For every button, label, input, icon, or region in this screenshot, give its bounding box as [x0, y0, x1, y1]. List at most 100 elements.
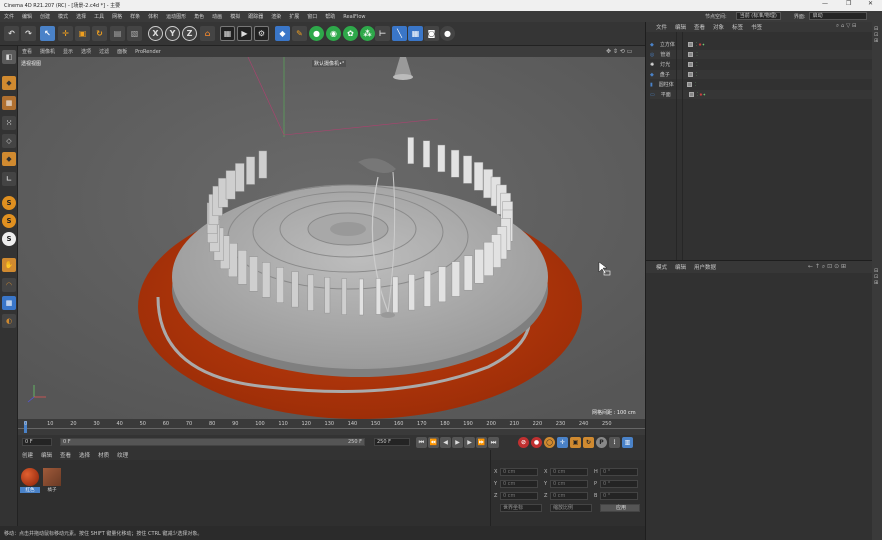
mat-menu-material[interactable]: 材质: [94, 451, 113, 459]
model-mode-icon[interactable]: ◆: [2, 76, 16, 90]
menu-select[interactable]: 选择: [72, 13, 90, 20]
workplane-icon[interactable]: S: [2, 232, 16, 246]
menu-realflow[interactable]: RealFlow: [339, 14, 369, 20]
rotate-tool-icon[interactable]: ↻: [92, 26, 107, 41]
rot-b-field[interactable]: 0 °: [600, 492, 638, 500]
deformer-icon[interactable]: ✿: [343, 26, 358, 41]
scale-tool-icon[interactable]: ▣: [75, 26, 90, 41]
object-row[interactable]: ◆ 立方体 ⁚ ✸✦: [650, 40, 872, 49]
texture-mode-icon[interactable]: ▦: [2, 96, 16, 110]
mat-menu-view[interactable]: 查看: [56, 451, 75, 459]
vp-menu-prorender[interactable]: ProRender: [131, 49, 165, 55]
cloner-icon[interactable]: ◉: [326, 26, 341, 41]
mat-menu-edit[interactable]: 编辑: [37, 451, 56, 459]
play-icon[interactable]: ▶: [452, 437, 463, 448]
visibility-toggle[interactable]: [687, 72, 693, 77]
tag-icons[interactable]: ⁚: [696, 52, 697, 57]
record-icon[interactable]: ⊘: [518, 437, 529, 448]
scene-object-icon[interactable]: ╲: [392, 26, 407, 41]
visibility-toggle[interactable]: [687, 42, 693, 47]
camera-icon[interactable]: ◙: [424, 26, 439, 41]
menu-spline[interactable]: 样条: [126, 13, 144, 20]
misc-tool-icon[interactable]: ◐: [2, 314, 16, 328]
rot-h-field[interactable]: 0 °: [600, 468, 638, 476]
apply-button[interactable]: 应用: [600, 504, 640, 512]
om-menu-bookmarks[interactable]: 书签: [747, 23, 766, 31]
menu-mograph[interactable]: 运动图形: [162, 13, 190, 20]
polygons-mode-icon[interactable]: ◆: [2, 152, 16, 166]
render-view-icon[interactable]: ▦: [220, 26, 235, 41]
vp-menu-panel[interactable]: 面板: [113, 48, 131, 55]
visibility-toggle[interactable]: [688, 92, 694, 97]
key-pla-icon[interactable]: ⋮: [609, 437, 620, 448]
snap-settings-icon[interactable]: S: [2, 214, 16, 228]
am-menu-edit[interactable]: 编辑: [671, 263, 690, 271]
layout-select[interactable]: 启动: [808, 12, 867, 20]
edges-mode-icon[interactable]: ◇: [2, 134, 16, 148]
vp-menu-display[interactable]: 显示: [59, 48, 77, 55]
current-frame-field[interactable]: 0 F: [22, 438, 52, 446]
pos-y-field[interactable]: 0 cm: [500, 480, 538, 488]
enable-axis-icon[interactable]: ∟: [2, 172, 16, 186]
light-icon[interactable]: ●: [440, 26, 455, 41]
field-icon[interactable]: ⁂: [360, 26, 375, 41]
visibility-toggle[interactable]: [688, 62, 694, 67]
undo-icon[interactable]: ↶: [4, 26, 19, 41]
tag-icons[interactable]: ⁚ ✸✦: [697, 92, 706, 97]
menu-mesh[interactable]: 网格: [108, 13, 126, 20]
mat-menu-create[interactable]: 创建: [18, 451, 37, 459]
side-tab-icons[interactable]: ⊟ ⊡ ⊞: [874, 26, 878, 44]
node-space-select[interactable]: 当前 (标准/物理): [735, 12, 781, 20]
menu-tools[interactable]: 工具: [90, 13, 108, 20]
menu-tracker[interactable]: 跟踪器: [244, 13, 267, 20]
vp-menu-options[interactable]: 选项: [77, 48, 95, 55]
camera-label[interactable]: 默认摄像机•°: [312, 60, 347, 67]
points-mode-icon[interactable]: ⁙: [2, 116, 16, 130]
subdivision-icon[interactable]: ●: [309, 26, 324, 41]
am-nav-icons[interactable]: ← ↑ ⌕ ⊡ ⊙ ⊞: [808, 263, 846, 271]
om-menu-file[interactable]: 文件: [650, 23, 671, 31]
minimize-button[interactable]: —: [822, 0, 828, 7]
om-menu-tags[interactable]: 标签: [728, 23, 747, 31]
goto-end-icon[interactable]: ⏭: [488, 437, 499, 448]
object-row[interactable]: ▭ 平面 ⁚ ✸✦: [650, 90, 872, 99]
am-menu-mode[interactable]: 模式: [650, 263, 671, 271]
menu-edit[interactable]: 编辑: [18, 13, 36, 20]
timeline-window-icon[interactable]: ▥: [622, 437, 633, 448]
key-param-icon[interactable]: P: [596, 437, 607, 448]
pen-spline-icon[interactable]: ✎: [292, 26, 307, 41]
brush-icon[interactable]: ✋: [2, 258, 16, 272]
end-frame-field[interactable]: 250 F: [374, 438, 410, 446]
menu-window[interactable]: 窗口: [303, 13, 321, 20]
size-z-field[interactable]: 0 cm: [550, 492, 588, 500]
sculpt-icon[interactable]: ◠: [2, 278, 16, 292]
menu-help[interactable]: 帮助: [321, 13, 339, 20]
tag-icons[interactable]: ⁚ ✸✦: [696, 42, 705, 47]
prev-frame-icon[interactable]: ◀: [440, 437, 451, 448]
key-position-icon[interactable]: ✛: [557, 437, 568, 448]
environment-icon[interactable]: ▦: [408, 26, 423, 41]
move-tool-icon[interactable]: ✛: [58, 26, 73, 41]
tag-icons[interactable]: ⁚: [695, 82, 696, 87]
menu-file[interactable]: 文件: [0, 13, 18, 20]
object-row[interactable]: ◆ 盘子 ⁚: [650, 70, 872, 79]
recent-tools-icon[interactable]: ▤: [110, 26, 125, 41]
visibility-toggle[interactable]: [686, 82, 692, 87]
goto-start-icon[interactable]: ⏮: [416, 437, 427, 448]
menu-animate[interactable]: 动画: [208, 13, 226, 20]
coord-mode-select[interactable]: 世界坐标: [500, 504, 542, 512]
tag-icons[interactable]: ⁚: [696, 62, 697, 67]
om-menu-edit[interactable]: 编辑: [671, 23, 690, 31]
frame-range-slider[interactable]: 0 F 250 F: [60, 438, 365, 446]
menu-simulate[interactable]: 模拟: [226, 13, 244, 20]
render-to-picture-viewer-icon[interactable]: ▶: [237, 26, 252, 41]
axis-x-lock[interactable]: X: [148, 26, 163, 41]
snap-icon[interactable]: S: [2, 196, 16, 210]
material-swatch[interactable]: 红色: [20, 467, 40, 495]
side-tab-icons-2[interactable]: ⊟ ⊡ ⊞: [874, 268, 878, 286]
prev-key-icon[interactable]: ⏪: [428, 437, 439, 448]
material-swatch[interactable]: 橘子: [42, 467, 62, 495]
visibility-toggle[interactable]: [688, 52, 694, 57]
floor-icon[interactable]: ⊢: [375, 26, 390, 41]
menu-mode[interactable]: 模式: [54, 13, 72, 20]
